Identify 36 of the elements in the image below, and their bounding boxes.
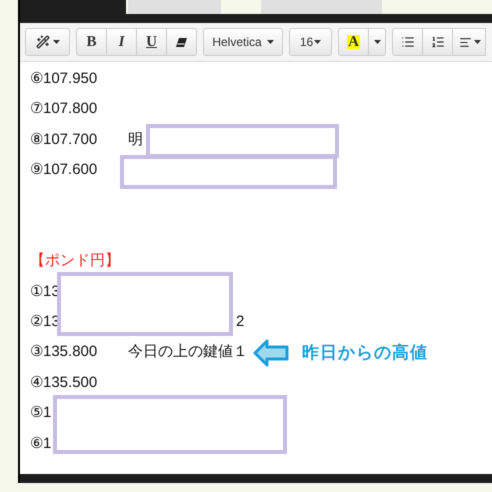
line-number: ⑦107.800: [30, 99, 98, 120]
clear-format-button[interactable]: [166, 28, 197, 56]
text-color-button[interactable]: A: [338, 28, 369, 56]
align-icon: [459, 36, 472, 48]
numbered-list-icon: [430, 35, 444, 49]
line-number: ⑥1: [30, 434, 52, 454]
format-button[interactable]: B: [76, 28, 107, 56]
font-dropdown[interactable]: Helvetica: [203, 28, 283, 56]
line-number: ③135.800: [30, 342, 98, 362]
line-number: ⑥107.950: [30, 68, 98, 89]
left-arrow-icon: [253, 338, 289, 367]
line-note: 2: [236, 312, 244, 332]
caret-icon: [52, 40, 60, 44]
line-number: ⑤1: [30, 403, 52, 424]
section-heading: 【ポンド円】: [30, 251, 120, 272]
format-button[interactable]: U: [136, 28, 167, 56]
align-button[interactable]: [452, 28, 486, 56]
eraser-icon: [176, 38, 187, 46]
format-button[interactable]: I: [106, 28, 137, 56]
bullet-list-button[interactable]: [392, 28, 423, 56]
caret-icon: [266, 40, 274, 44]
caret-icon: [314, 40, 322, 44]
magic-wand-icon: [36, 35, 50, 49]
numbered-list-button[interactable]: [422, 28, 453, 56]
line-number: ⑧107.700: [30, 130, 98, 150]
size-dropdown[interactable]: 16: [289, 28, 332, 56]
caret-icon: [474, 40, 481, 44]
magic-wand-button[interactable]: [25, 28, 70, 56]
bullet-list-icon: [400, 35, 414, 49]
color-dropdown-button[interactable]: [368, 28, 386, 56]
callout-text: 昨日からの高値: [302, 342, 428, 364]
line-note: 今日の上の鍵値１: [128, 342, 248, 362]
line-number: ⑨107.600: [30, 160, 98, 180]
caret-icon: [374, 40, 380, 44]
line-note: 明: [128, 130, 143, 150]
line-number: ④135.500: [30, 372, 98, 393]
